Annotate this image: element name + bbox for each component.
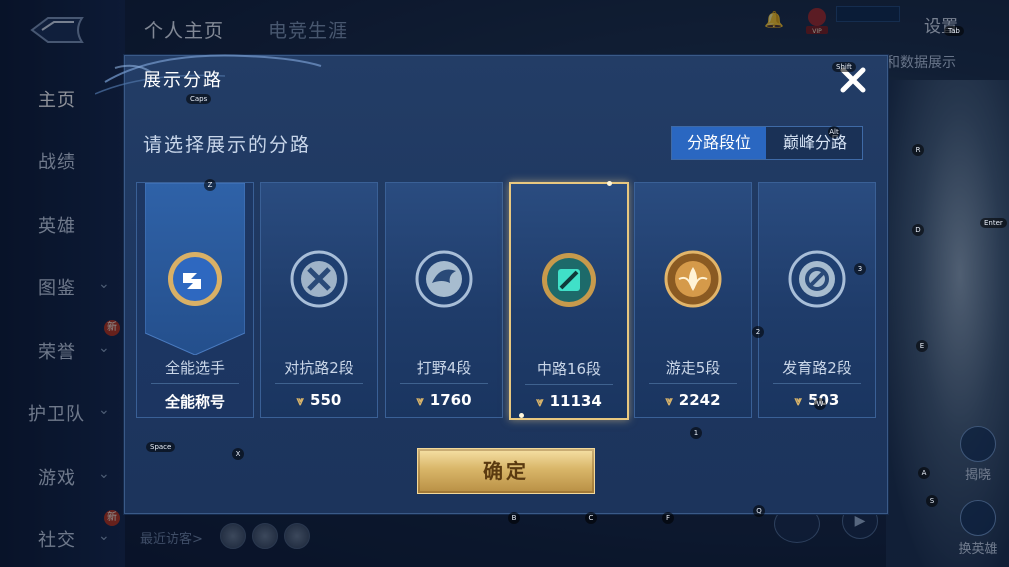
divider	[525, 384, 613, 385]
tab-lane-rank[interactable]: 分路段位	[672, 127, 766, 159]
lane-name: 对抗路2段	[284, 359, 354, 377]
key-hint: Q	[753, 505, 765, 517]
roam-badge-icon	[664, 250, 722, 308]
key-hint: D	[912, 224, 924, 236]
key-hint: C	[585, 512, 597, 524]
key-hint: 2	[752, 326, 764, 338]
jungle-badge-icon	[415, 250, 473, 308]
key-hint: X	[232, 448, 244, 460]
lane-value: 全能称号	[137, 391, 253, 412]
lane-value-text: 全能称号	[164, 393, 225, 411]
clash-lane-badge-icon	[290, 250, 348, 308]
lane-card-all-round[interactable]: 全能选手 全能称号	[136, 182, 254, 418]
lane-name: 中路16段	[536, 360, 602, 378]
key-hint: 3	[854, 263, 866, 275]
lane-value-text: 1760	[429, 391, 472, 409]
lane-value: ⩔ 1760	[386, 391, 502, 409]
rank-chevron-icon: ⩔	[416, 394, 424, 409]
divider	[773, 383, 861, 384]
key-hint: B	[508, 512, 520, 524]
lane-name: 发育路2段	[782, 359, 852, 377]
lane-value: ⩔ 550	[261, 391, 377, 409]
key-hint: Z	[204, 179, 216, 191]
key-hint: S	[926, 495, 938, 507]
lane-value-text: 11134	[549, 392, 602, 410]
lane-name: 全能选手	[164, 359, 225, 377]
rank-chevron-icon: ⩔	[536, 395, 544, 410]
lane-value: ⩔ 2242	[635, 391, 751, 409]
tab-peak-lane[interactable]: 巅峰分路	[768, 127, 862, 159]
dialog-title: 展示分路	[143, 70, 223, 91]
lane-name: 打野4段	[416, 359, 472, 377]
selection-sparkle	[519, 413, 524, 418]
divider	[275, 383, 363, 384]
lane-value: ⩔ 11134	[511, 392, 627, 410]
key-hint: R	[912, 144, 924, 156]
lane-display-dialog: 展示分路 请选择展示的分路 分路段位 巅峰分路 全能选手 全能称号 对抗路2段 …	[95, 54, 888, 514]
key-hint: F	[662, 512, 674, 524]
key-hint: A	[918, 467, 930, 479]
lane-value-text: 550	[310, 391, 342, 409]
key-hint: 1	[690, 427, 702, 439]
all-round-badge-icon	[168, 252, 222, 306]
lane-card-farm[interactable]: 发育路2段 ⩔503	[758, 182, 876, 418]
divider	[649, 383, 737, 384]
key-hint: Alt	[828, 126, 840, 138]
dialog-subtitle: 请选择展示的分路	[143, 134, 312, 156]
lane-card-jungle[interactable]: 打野4段 ⩔ 1760	[385, 182, 503, 418]
key-hint: E	[916, 340, 928, 352]
confirm-button[interactable]: 确定	[417, 448, 595, 494]
selection-sparkle	[607, 181, 612, 186]
rank-chevron-icon: ⩔	[665, 394, 673, 409]
key-hint: Tab	[944, 26, 964, 36]
lane-name: 游走5段	[665, 359, 721, 377]
divider	[151, 383, 239, 384]
rank-chevron-icon: ⩔	[794, 394, 803, 409]
lane-value-text: 2242	[678, 391, 721, 409]
key-hint: Enter	[980, 218, 1007, 228]
mid-lane-badge-icon	[542, 253, 596, 307]
lane-card-mid[interactable]: 中路16段 ⩔ 11134	[509, 181, 629, 420]
rank-chevron-icon: ⩔	[296, 394, 305, 409]
key-hint: Caps	[186, 94, 212, 104]
key-hint: Space	[146, 442, 176, 452]
key-hint: W	[814, 398, 826, 410]
lane-card-clash[interactable]: 对抗路2段 ⩔ 550	[260, 182, 378, 418]
divider	[400, 383, 488, 384]
key-hint: Shift	[832, 62, 856, 72]
farm-lane-badge-icon	[788, 250, 846, 308]
lane-card-roam[interactable]: 游走5段 ⩔ 2242	[634, 182, 752, 418]
